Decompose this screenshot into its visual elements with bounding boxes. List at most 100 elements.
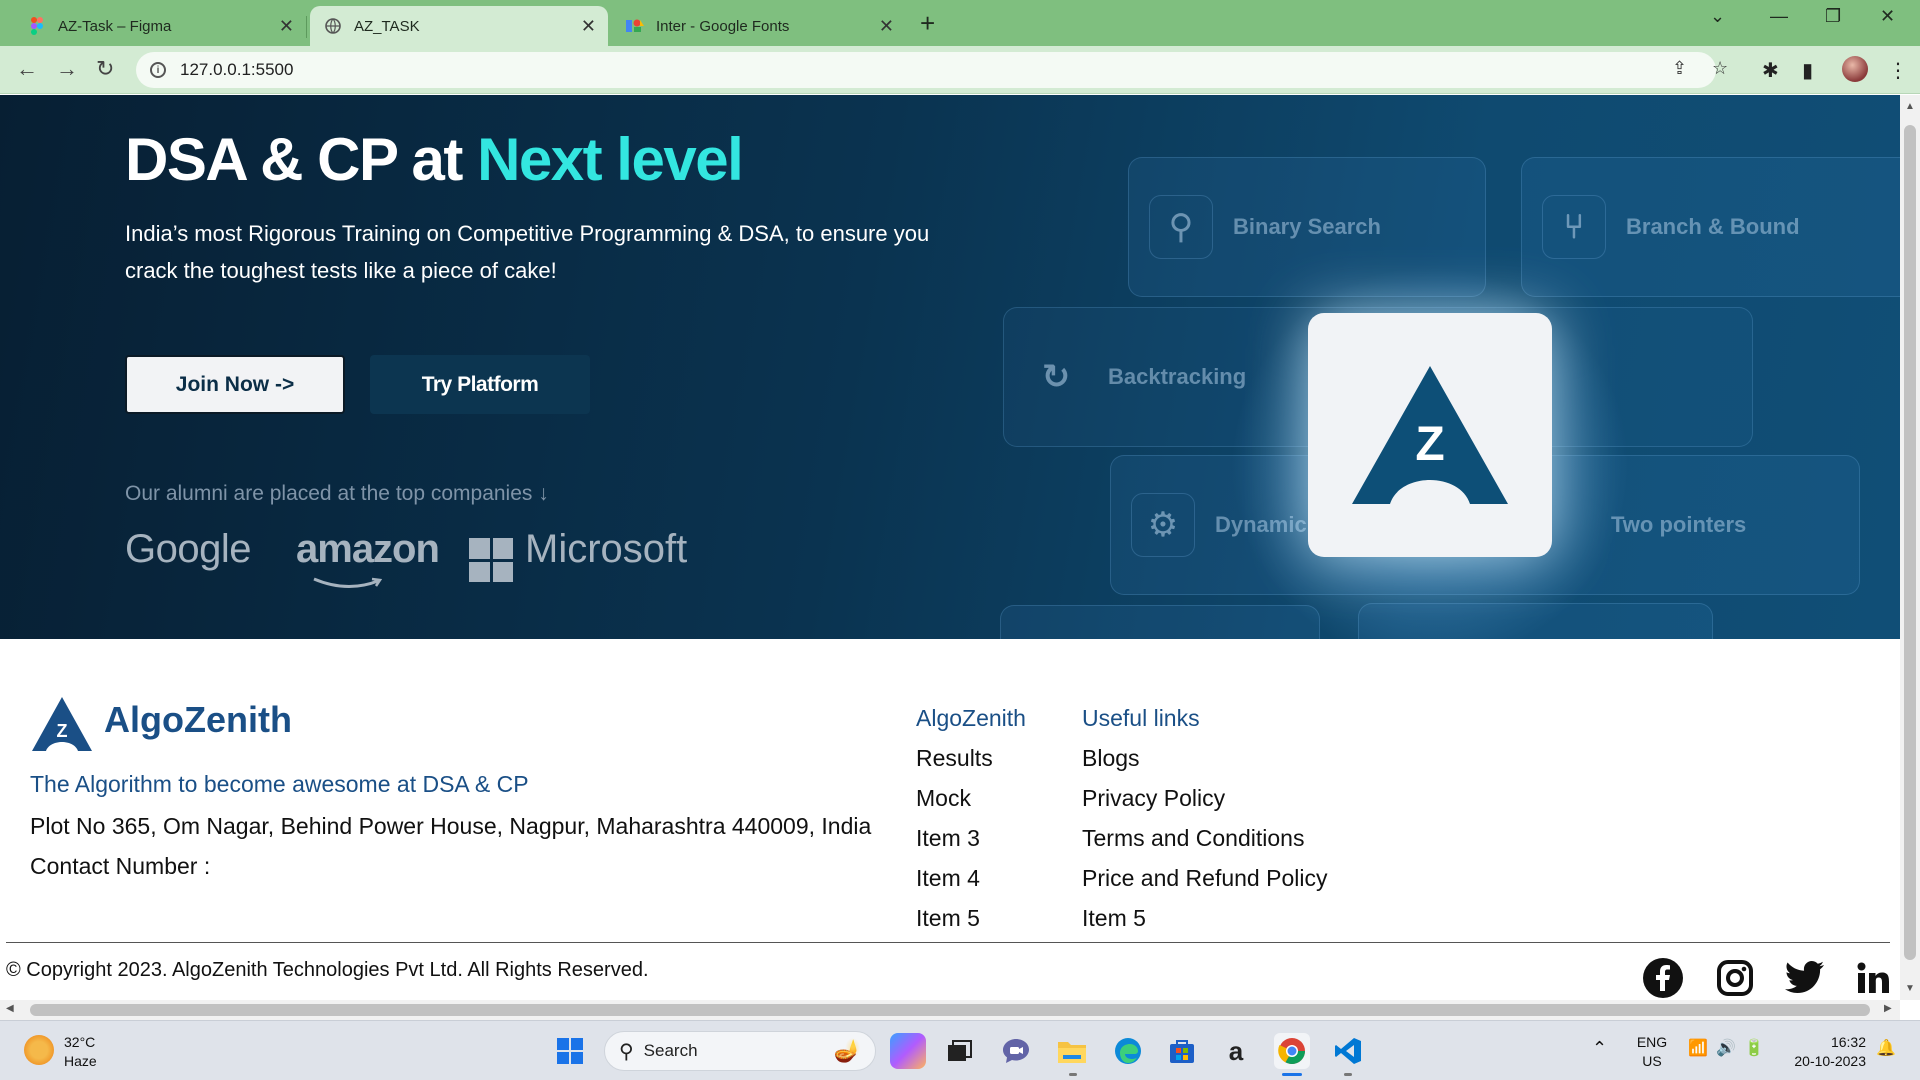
minimize-button[interactable]: — (1770, 6, 1788, 27)
card-branch-bound: ⑂ Branch & Bound (1521, 157, 1900, 297)
footer-link-refund[interactable]: Price and Refund Policy (1082, 865, 1327, 905)
close-tab-icon[interactable]: ✕ (581, 16, 596, 37)
tab-figma[interactable]: AZ-Task – Figma ✕ (14, 6, 307, 46)
weather-haze-icon[interactable] (24, 1035, 54, 1065)
card-label: Branch & Bound (1626, 214, 1800, 239)
amazon-logo: amazon (296, 527, 440, 571)
tab-strip: AZ-Task – Figma ✕ AZ_TASK ✕ Inter - Goog… (0, 0, 1920, 46)
page-viewport: ⚲ Binary Search ⑂ Branch & Bound ↻ Backt… (0, 95, 1900, 1000)
tab-search-icon[interactable]: ⌄ (1710, 6, 1725, 27)
battery-icon[interactable]: 🔋 (1744, 1039, 1764, 1058)
hero-title: DSA & CP at Next level (125, 125, 744, 194)
restore-button[interactable]: ❐ (1825, 6, 1841, 27)
vertical-scrollbar[interactable]: ▲ ▼ (1900, 95, 1920, 1000)
forward-button[interactable]: → (56, 56, 78, 82)
instagram-icon[interactable] (1714, 957, 1756, 999)
scroll-down-icon[interactable]: ▼ (1905, 983, 1915, 994)
vscode-icon[interactable] (1330, 1033, 1366, 1069)
site-info-icon[interactable]: i (150, 62, 166, 78)
footer-link-blogs[interactable]: Blogs (1082, 745, 1327, 785)
url-input[interactable]: i 127.0.0.1:5500 (136, 52, 1716, 88)
google-logo: Google (125, 527, 251, 571)
taskbar-search-input[interactable]: ⚲ Search 🪔 (604, 1031, 876, 1071)
copilot-icon[interactable] (890, 1033, 926, 1069)
close-tab-icon[interactable]: ✕ (879, 16, 894, 37)
menu-kebab-icon[interactable]: ⋮ (1888, 58, 1908, 83)
svg-text:Z: Z (57, 721, 68, 741)
chrome-icon[interactable] (1274, 1033, 1310, 1069)
share-icon[interactable]: ⇪ (1672, 58, 1687, 79)
task-view-icon[interactable] (942, 1033, 978, 1069)
search-icon: ⚲ (619, 1040, 634, 1063)
gear-icon: ⚙ (1131, 493, 1195, 557)
footer-link-item4[interactable]: Item 4 (916, 865, 1026, 905)
footer-link-privacy[interactable]: Privacy Policy (1082, 785, 1327, 825)
tab-separator (306, 16, 307, 38)
teams-chat-icon[interactable] (998, 1033, 1034, 1069)
footer-link-item5[interactable]: Item 5 (916, 905, 1026, 945)
footer-link-item3[interactable]: Item 3 (916, 825, 1026, 865)
weather-condition: Haze (64, 1053, 97, 1069)
running-indicator (1344, 1073, 1352, 1076)
card-label: Binary Search (1233, 214, 1381, 239)
side-panel-icon[interactable]: ▮ (1802, 58, 1813, 83)
google-fonts-icon (626, 17, 644, 35)
url-text: 127.0.0.1:5500 (180, 60, 294, 79)
volume-icon[interactable]: 🔊 (1716, 1039, 1736, 1058)
weather-widget[interactable]: 32°C Haze (64, 1033, 97, 1071)
running-indicator (1282, 1073, 1302, 1076)
hero-title-main: DSA & CP at (125, 126, 478, 193)
twitter-icon[interactable] (1784, 957, 1826, 999)
running-indicator (1069, 1073, 1077, 1076)
footer-link-item5[interactable]: Item 5 (1082, 905, 1327, 945)
profile-avatar[interactable] (1842, 56, 1868, 82)
notification-bell-icon[interactable]: 🔔 (1876, 1039, 1896, 1058)
footer-link-mock[interactable]: Mock (916, 785, 1026, 825)
close-window-button[interactable]: ✕ (1880, 6, 1895, 27)
horizontal-scrollbar[interactable]: ◀ ▶ (0, 1000, 1900, 1020)
close-tab-icon[interactable]: ✕ (279, 16, 294, 37)
algozenith-brand-icon: Z (32, 697, 92, 751)
clock[interactable]: 16:32 20-10-2023 (1786, 1033, 1866, 1071)
scroll-up-icon[interactable]: ▲ (1905, 101, 1915, 112)
scroll-left-icon[interactable]: ◀ (6, 1003, 14, 1014)
join-now-button[interactable]: Join Now -> (125, 355, 345, 414)
branch-icon: ⑂ (1542, 195, 1606, 259)
amazon-app-icon[interactable]: a (1218, 1033, 1254, 1069)
new-tab-button[interactable]: + (920, 8, 935, 39)
alumni-text: Our alumni are placed at the top compani… (125, 482, 549, 505)
edge-icon[interactable] (1110, 1033, 1146, 1069)
footer-link-terms[interactable]: Terms and Conditions (1082, 825, 1327, 865)
try-platform-button[interactable]: Try Platform (370, 355, 590, 414)
backtrack-icon: ↻ (1041, 358, 1071, 396)
footer-link-results[interactable]: Results (916, 745, 1026, 785)
language-indicator[interactable]: ENG US (1636, 1033, 1668, 1071)
back-button[interactable]: ← (16, 56, 38, 82)
footer-col-heading[interactable]: Useful links (1082, 705, 1327, 745)
file-explorer-icon[interactable] (1054, 1033, 1090, 1069)
contact-number: Contact Number : (30, 853, 211, 879)
wifi-icon[interactable]: 📶 (1688, 1039, 1708, 1058)
windows-start-icon[interactable] (552, 1033, 588, 1069)
scroll-right-icon[interactable]: ▶ (1884, 1003, 1892, 1014)
tab-title: AZ-Task – Figma (58, 17, 172, 35)
bookmark-star-icon[interactable]: ☆ (1712, 58, 1728, 79)
weather-temp: 32°C (64, 1034, 96, 1050)
footer-col-heading[interactable]: AlgoZenith (916, 705, 1026, 745)
tab-google-fonts[interactable]: Inter - Google Fonts ✕ (612, 6, 906, 46)
facebook-icon[interactable] (1642, 957, 1684, 999)
extensions-icon[interactable]: ✱ (1762, 58, 1779, 83)
card-label: Two pointers (1611, 512, 1747, 537)
horizontal-scroll-thumb[interactable] (30, 1004, 1870, 1016)
clock-time: 16:32 (1830, 1034, 1866, 1050)
vertical-scroll-thumb[interactable] (1904, 125, 1916, 960)
microsoft-store-icon[interactable] (1164, 1033, 1200, 1069)
show-hidden-icons-icon[interactable]: ⌃ (1592, 1039, 1607, 1058)
reload-button[interactable]: ↻ (96, 56, 114, 82)
figma-icon (28, 17, 46, 35)
address-text: Plot No 365, Om Nagar, Behind Power Hous… (30, 813, 872, 839)
linkedin-icon[interactable] (1852, 957, 1894, 999)
tab-az-task[interactable]: AZ_TASK ✕ (310, 6, 608, 46)
hero-subtitle: India’s most Rigorous Training on Compet… (125, 221, 930, 283)
card-label: Backtracking (1108, 364, 1247, 389)
